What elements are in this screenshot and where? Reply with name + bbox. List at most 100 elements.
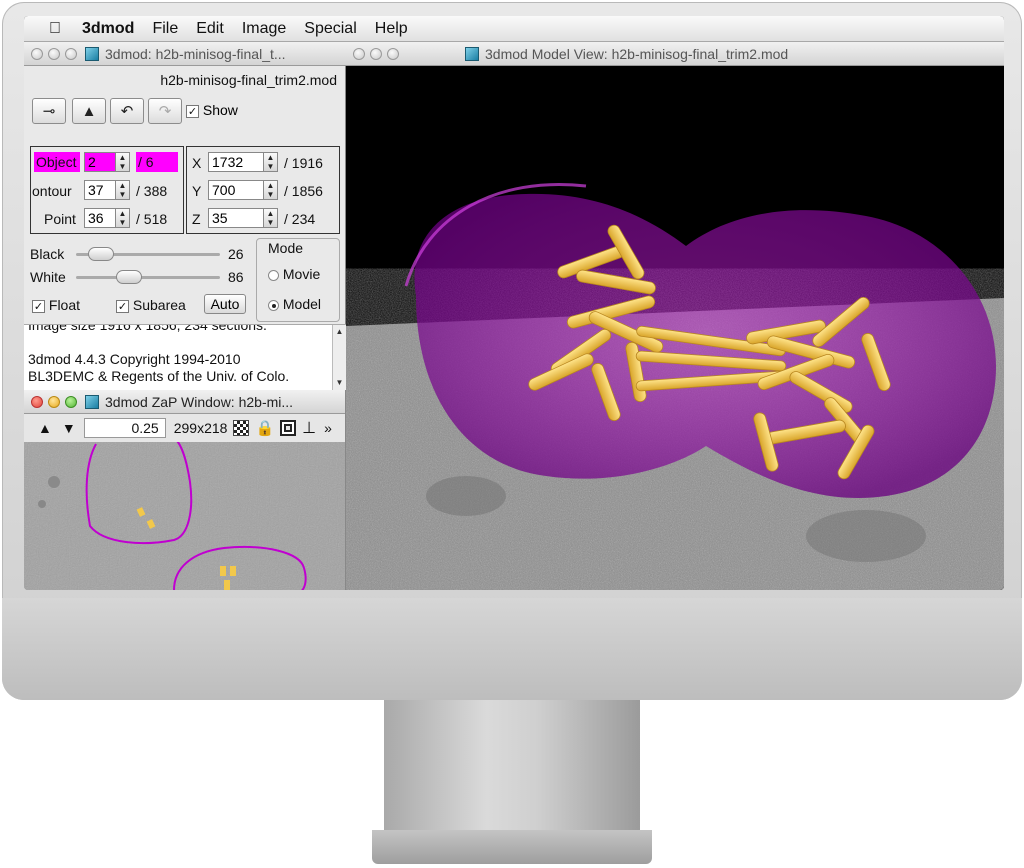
subarea-toggle[interactable]: ✓ Subarea: [116, 297, 186, 313]
y-stepper[interactable]: 700 ▲ ▼: [208, 180, 278, 200]
subarea-checkbox[interactable]: ✓: [116, 299, 129, 313]
model-view-titlebar[interactable]: 3dmod Model View: h2b-minisog-final_trim…: [346, 42, 1004, 66]
contour-stepper[interactable]: 37 ▲ ▼: [84, 180, 130, 200]
pin-icon: ⊸: [42, 103, 56, 120]
movie-label: Movie: [282, 266, 321, 282]
checkerboard-icon[interactable]: [233, 420, 250, 436]
float-checkbox[interactable]: ✓: [32, 299, 45, 313]
contour-value: 37: [88, 182, 104, 198]
zoom-down-icon[interactable]: ▼: [62, 420, 76, 436]
app-window-icon: [465, 46, 479, 61]
more-tools-icon[interactable]: »: [324, 420, 332, 436]
point-value: 36: [88, 210, 104, 226]
z-label: Z: [192, 211, 201, 227]
x-total: / 1916: [284, 155, 323, 171]
black-slider-knob[interactable]: [88, 247, 115, 261]
white-value: 86: [228, 269, 244, 285]
monitor-chin: [2, 598, 1022, 700]
model-label: Model: [282, 296, 322, 312]
x-stepper[interactable]: 1732 ▲ ▼: [208, 152, 278, 172]
y-total: / 1856: [284, 183, 323, 199]
redo-icon: ↷: [158, 103, 172, 120]
zoom-button[interactable]: [65, 395, 77, 408]
model-3d-view[interactable]: [346, 66, 1004, 590]
mode-label: Mode: [266, 240, 306, 256]
model-view-title: 3dmod Model View: h2b-minisog-final_trim…: [485, 45, 789, 62]
menu-app-name[interactable]: 3dmod: [82, 20, 134, 38]
undo-icon: ↶: [120, 103, 134, 120]
show-label: Show: [202, 102, 238, 118]
monitor-stand-neck: [384, 700, 640, 840]
zap-image-view[interactable]: [24, 442, 345, 590]
z-stepper-arrows[interactable]: ▲ ▼: [263, 209, 277, 227]
raise-button[interactable]: ▲: [72, 98, 106, 124]
auto-button[interactable]: Auto: [204, 294, 246, 314]
model-radio[interactable]: [268, 299, 279, 311]
object-stepper[interactable]: 2 ▲ ▼: [84, 152, 130, 172]
apple-icon[interactable]: : [40, 20, 70, 38]
zoom-up-icon[interactable]: ▲: [38, 420, 52, 436]
white-label: White: [30, 269, 66, 285]
screen:  3dmod File Edit Image Special Help 3dm…: [24, 16, 1004, 590]
close-button[interactable]: [31, 395, 43, 408]
movie-radio[interactable]: [268, 269, 279, 281]
log-line: BL3DEMC & Regents of the Univ. of Colo.: [28, 368, 290, 384]
redo-button[interactable]: ↷: [148, 98, 182, 124]
x-stepper-arrows[interactable]: ▲ ▼: [263, 153, 277, 171]
zap-toolbar: ▲ ▼ 0.25 299x218 🔒 ⊥ »: [24, 414, 345, 442]
monitor:  3dmod File Edit Image Special Help 3dm…: [2, 2, 1022, 700]
z-value: 35: [212, 210, 228, 226]
model-view-window: 3dmod Model View: h2b-minisog-final_trim…: [346, 42, 1004, 590]
z-total: / 234: [284, 211, 316, 227]
contour-label: ontour: [32, 183, 72, 199]
scroll-up-icon[interactable]: ▲: [334, 327, 345, 338]
contour-stepper-arrows[interactable]: ▲ ▼: [115, 181, 129, 199]
insert-mode-icon[interactable]: ⊥: [302, 418, 316, 438]
pin-button[interactable]: ⊸: [32, 98, 66, 124]
info-titlebar[interactable]: 3dmod: h2b-minisog-final_t...: [24, 42, 346, 66]
raise-icon: ▲: [81, 102, 97, 120]
menu-file[interactable]: File: [152, 20, 178, 38]
monitor-stand-foot: [372, 830, 652, 864]
black-value: 26: [228, 246, 244, 262]
x-value: 1732: [212, 154, 244, 170]
minimize-button[interactable]: [48, 395, 60, 408]
close-button[interactable]: [353, 47, 365, 60]
point-total: / 518: [136, 211, 168, 227]
menu-special[interactable]: Special: [304, 20, 356, 38]
log-textarea[interactable]: Image size 1916 x 1856, 234 sections. 3d…: [24, 324, 346, 390]
mode-model-option[interactable]: Model: [268, 296, 321, 312]
float-toggle[interactable]: ✓ Float: [32, 297, 80, 313]
close-button[interactable]: [31, 47, 43, 60]
contour-total: / 388: [136, 183, 168, 199]
zoom-button[interactable]: [65, 47, 77, 60]
zoom-button[interactable]: [387, 47, 399, 60]
menu-image[interactable]: Image: [242, 20, 286, 38]
lock-icon[interactable]: 🔒: [255, 419, 274, 437]
app-window-icon: [85, 394, 99, 409]
zoom-input[interactable]: 0.25: [83, 418, 166, 438]
point-stepper-arrows[interactable]: ▲ ▼: [115, 209, 129, 227]
object-stepper-arrows[interactable]: ▲ ▼: [115, 153, 129, 171]
mode-movie-option[interactable]: Movie: [268, 266, 320, 282]
log-scrollbar[interactable]: ▲ ▼: [332, 325, 346, 390]
white-slider-knob[interactable]: [115, 270, 142, 284]
y-stepper-arrows[interactable]: ▲ ▼: [263, 181, 277, 199]
point-stepper[interactable]: 36 ▲ ▼: [84, 208, 130, 228]
rubberband-icon[interactable]: [280, 420, 297, 436]
zap-titlebar[interactable]: 3dmod ZaP Window: h2b-mi...: [24, 390, 345, 414]
object-total: / 6: [136, 152, 178, 172]
info-window-title: 3dmod: h2b-minisog-final_t...: [105, 45, 286, 62]
show-toggle[interactable]: ✓ Show: [186, 102, 238, 118]
menu-edit[interactable]: Edit: [196, 20, 224, 38]
menu-help[interactable]: Help: [375, 20, 408, 38]
subarea-label: Subarea: [132, 297, 186, 313]
minimize-button[interactable]: [48, 47, 60, 60]
undo-button[interactable]: ↶: [110, 98, 144, 124]
z-stepper[interactable]: 35 ▲ ▼: [208, 208, 278, 228]
info-window: 3dmod: h2b-minisog-final_t... h2b-miniso…: [24, 42, 346, 390]
scroll-down-icon[interactable]: ▼: [334, 378, 345, 389]
show-checkbox[interactable]: ✓: [186, 104, 199, 118]
white-slider[interactable]: [76, 276, 220, 279]
minimize-button[interactable]: [370, 47, 382, 60]
